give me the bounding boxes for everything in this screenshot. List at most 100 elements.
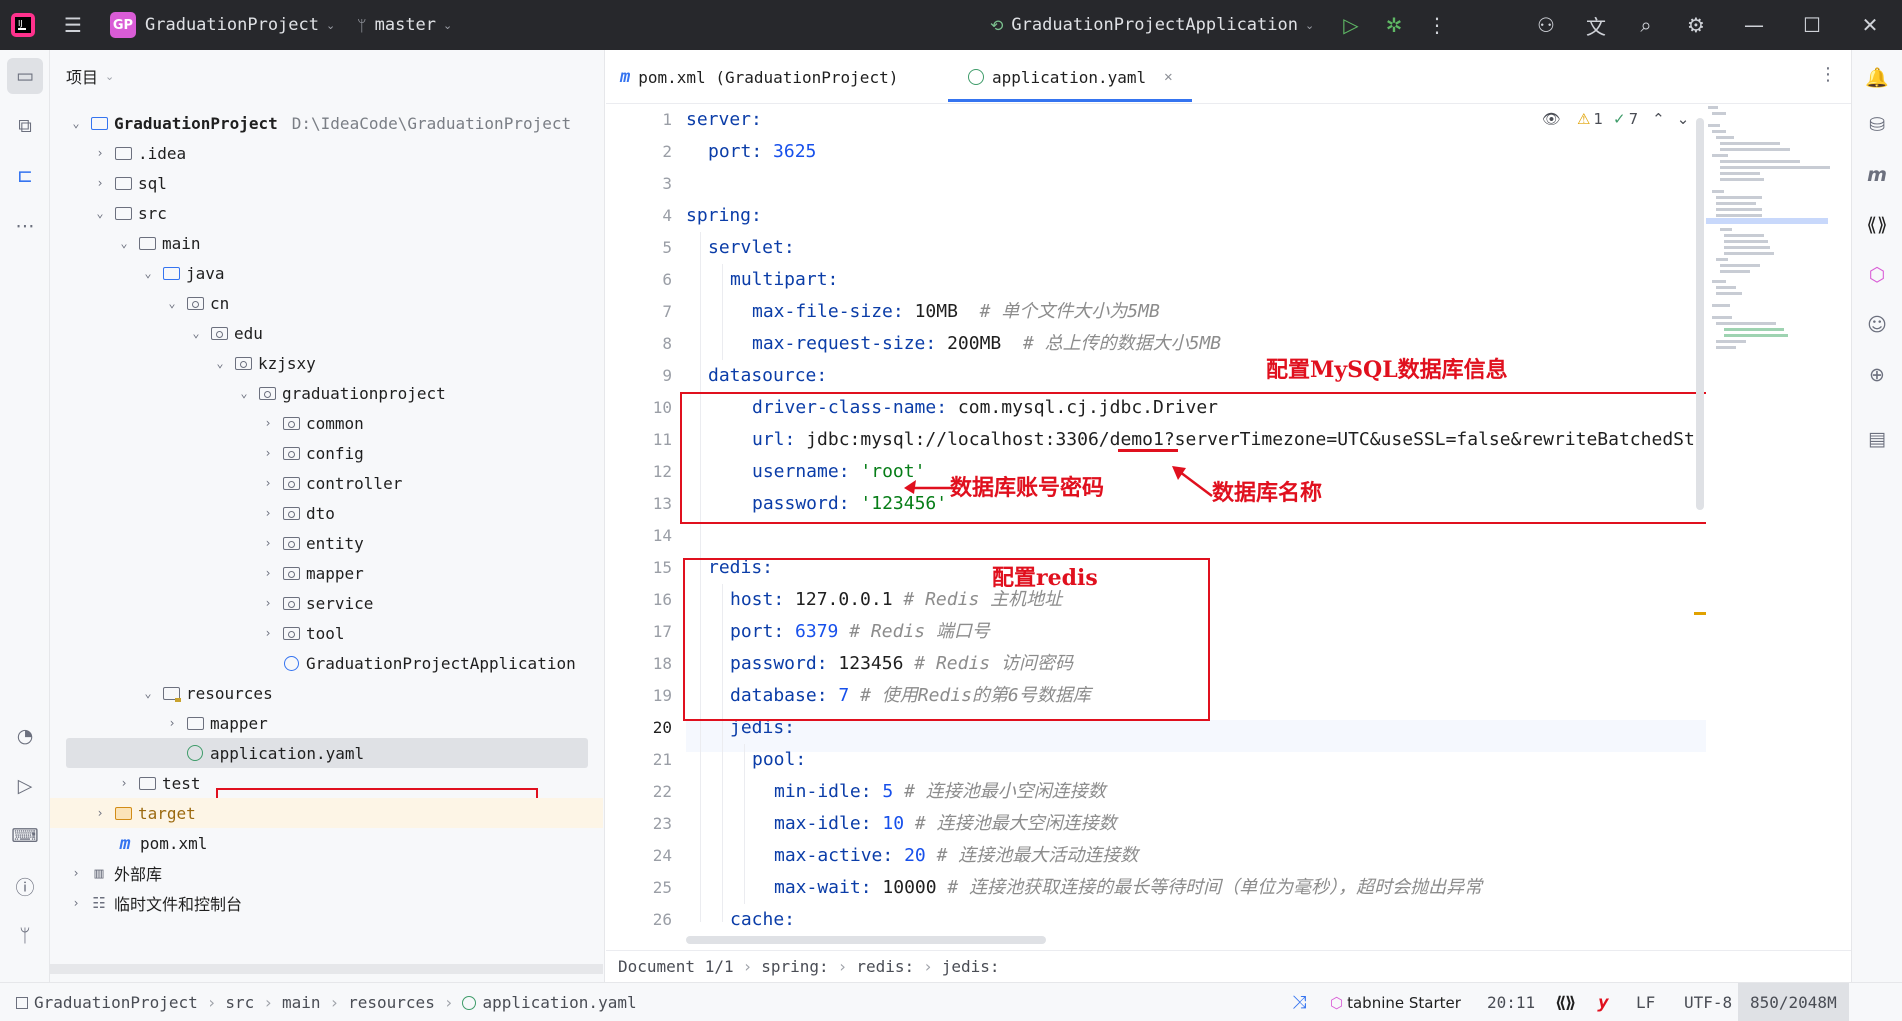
more-tools-icon[interactable]: ⋯ (7, 208, 43, 244)
editor-vertical-scrollbar[interactable] (1696, 118, 1704, 510)
status-path-item[interactable]: main (282, 993, 321, 1012)
tree-item-cn[interactable]: ⌄ cn (50, 288, 603, 318)
translation-panel-icon[interactable]: ▤ (1860, 422, 1894, 456)
search-icon[interactable]: ⌕ (1626, 5, 1666, 45)
tree-item-scratches[interactable]: › ☷ 临时文件和控制台 (50, 888, 603, 918)
tab-options-icon[interactable]: ⋮ (1819, 64, 1837, 85)
maven-icon[interactable]: m (1860, 158, 1894, 192)
breadcrumb-item[interactable]: spring: (761, 957, 828, 976)
ai-assistant-icon[interactable]: ⟪⟫ (1860, 208, 1894, 242)
translate-icon[interactable]: 文 (1576, 5, 1616, 45)
code-line: max-request-size: 200MB # 总上传的数据大小5MB (752, 333, 1222, 354)
breadcrumb-item[interactable]: jedis: (942, 957, 1000, 976)
more-actions-icon[interactable]: ⋮ (1417, 5, 1457, 45)
plugin-status-icon[interactable]: ⤨ (1292, 983, 1306, 1021)
code-with-me-icon[interactable]: ⚇ (1526, 5, 1566, 45)
yapi-icon[interactable]: y (1598, 983, 1609, 1021)
services-icon[interactable]: ▷ (7, 768, 43, 804)
copilot-icon[interactable]: ☺ (1860, 308, 1894, 342)
tree-item-resources[interactable]: ⌄ resources (50, 678, 603, 708)
project-name: GraduationProject (145, 15, 319, 35)
tree-item-sql[interactable]: › sql (50, 168, 603, 198)
status-path-item[interactable]: resources (348, 993, 435, 1012)
tree-item-application-class[interactable]: GraduationProjectApplication (50, 648, 603, 678)
tree-item-test[interactable]: › test (50, 768, 603, 798)
ai-status-icon[interactable]: ⟪⟫ (1556, 983, 1575, 1021)
file-encoding[interactable]: UTF-8 (1684, 983, 1732, 1021)
chevron-down-icon: ⌄ (1304, 18, 1315, 32)
tree-item-controller[interactable]: › controller (50, 468, 603, 498)
notifications-bell-icon[interactable]: 🔔 (1860, 60, 1894, 94)
close-tab-icon[interactable]: ✕ (1164, 69, 1172, 85)
tree-item-pom[interactable]: m pom.xml (50, 828, 603, 858)
tree-item-common[interactable]: › common (50, 408, 603, 438)
run-icon[interactable]: ▷ (1331, 5, 1371, 45)
project-badge: GP (110, 12, 136, 38)
tree-item-edu[interactable]: ⌄ edu (50, 318, 603, 348)
tree-item-application-yaml[interactable]: application.yaml (66, 738, 588, 768)
tree-item-idea[interactable]: › .idea (50, 138, 603, 168)
maximize-icon[interactable]: ☐ (1792, 5, 1832, 45)
structure-icon[interactable]: ⧉ (7, 108, 43, 144)
code-line: spring: (686, 205, 762, 226)
tree-item-dto[interactable]: › dto (50, 498, 603, 528)
reader-mode-icon[interactable]: 👁 (1542, 110, 1561, 128)
tree-item-src[interactable]: ⌄ src (50, 198, 603, 228)
chevron-right-icon: › (206, 993, 217, 1012)
chevron-down-icon[interactable]: ⌄ (1677, 110, 1690, 128)
line-number: 13 (652, 494, 672, 513)
annotation-database-name: 数据库名称 (1212, 480, 1323, 506)
breadcrumb-item[interactable]: redis: (856, 957, 914, 976)
globe-icon[interactable]: ⊕ (1860, 358, 1894, 392)
terminal-icon[interactable]: ⌨ (7, 818, 43, 854)
project-panel-header[interactable]: 项目 ⌄ (66, 64, 114, 88)
profiler-icon[interactable]: ◔ (7, 718, 43, 754)
tab-application-yaml[interactable]: application.yaml ✕ (968, 50, 1173, 104)
tree-item-main[interactable]: ⌄ main (50, 228, 603, 258)
status-path-item[interactable]: GraduationProject (34, 993, 198, 1012)
breadcrumb-item[interactable]: Document 1/1 (618, 957, 734, 976)
tree-item-config[interactable]: › config (50, 438, 603, 468)
status-path-item[interactable]: src (225, 993, 254, 1012)
tree-item-graduationproject[interactable]: ⌄ graduationproject (50, 378, 603, 408)
run-config-selector[interactable]: ⟲ GraduationProjectApplication ⌄ (990, 0, 1314, 50)
tree-item-target[interactable]: › target (50, 798, 603, 828)
tree-item-resources-mapper[interactable]: › mapper (50, 708, 603, 738)
tree-item-entity[interactable]: › entity (50, 528, 603, 558)
tree-item-external-libraries[interactable]: › ▥ 外部库 (50, 858, 603, 888)
app-logo-icon[interactable]: IJ (10, 0, 36, 50)
tree-root[interactable]: ⌄ GraduationProject D:\IdeaCode\Graduati… (50, 108, 603, 138)
close-window-icon[interactable]: ✕ (1850, 5, 1890, 45)
line-separator[interactable]: LF (1636, 983, 1655, 1021)
minimap[interactable] (1706, 104, 1851, 950)
tree-item-service[interactable]: › service (50, 588, 603, 618)
chevron-up-icon[interactable]: ⌃ (1652, 110, 1665, 128)
branch-switcher[interactable]: ᛘ master ⌄ (357, 0, 452, 50)
project-horizontal-scrollbar[interactable] (50, 964, 603, 974)
tab-pom-xml[interactable]: m pom.xml (GraduationProject) (620, 50, 898, 104)
line-number: 26 (652, 910, 672, 929)
debug-icon[interactable]: ✲ (1374, 5, 1414, 45)
main-menu-icon[interactable]: ☰ (53, 5, 93, 45)
minimize-icon[interactable]: — (1734, 5, 1774, 45)
tree-item-mapper[interactable]: › mapper (50, 558, 603, 588)
project-folder-icon[interactable]: ▭ (7, 58, 43, 94)
tree-item-tool[interactable]: › tool (50, 618, 603, 648)
tree-item-java[interactable]: ⌄ java (50, 258, 603, 288)
inspection-widget[interactable]: 👁 ⚠ 1 ✓ 7 ⌃ ⌄ (1542, 108, 1689, 130)
settings-gear-icon[interactable]: ⚙ (1676, 5, 1716, 45)
project-switcher[interactable]: GP GraduationProject ⌄ (110, 0, 335, 50)
caret-position[interactable]: 20:11 (1487, 983, 1535, 1021)
code-editor[interactable]: server: port: 3625 spring: servlet: mult… (686, 104, 1706, 950)
tabnine-icon[interactable]: ⬡ (1860, 258, 1894, 292)
database-icon[interactable]: ⛁ (1860, 108, 1894, 142)
tabnine-status[interactable]: ⬡ tabnine Starter (1330, 983, 1461, 1021)
git-icon[interactable]: ᛘ (7, 918, 43, 954)
module-icon (16, 996, 28, 1009)
status-path-item[interactable]: application.yaml (482, 993, 636, 1012)
problems-icon[interactable]: ⓘ (7, 868, 43, 904)
memory-indicator[interactable]: 850/2048M (1738, 983, 1849, 1021)
editor-horizontal-scrollbar[interactable] (686, 936, 1046, 944)
tree-item-kzjsxy[interactable]: ⌄ kzjsxy (50, 348, 603, 378)
plugin-tool-icon[interactable]: ⊏ (7, 158, 43, 194)
